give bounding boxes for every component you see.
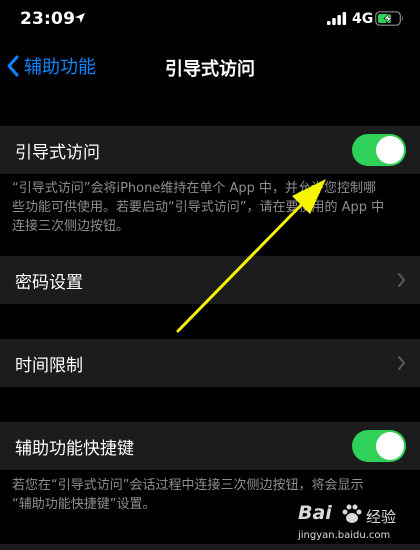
watermark-url: jingyan.baidu.com	[298, 530, 391, 541]
baidu-watermark: Bai 经验 jingyan.baidu.com	[298, 500, 408, 546]
watermark-brand: Bai	[298, 502, 332, 524]
watermark-name: 经验	[366, 508, 397, 526]
baidu-paw-icon	[342, 504, 362, 523]
annotation-arrow-icon	[176, 179, 326, 333]
